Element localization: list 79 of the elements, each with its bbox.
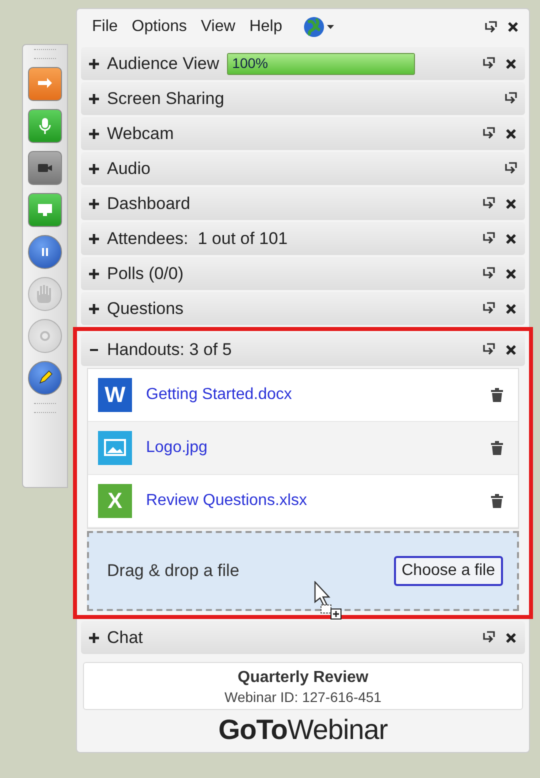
panel-header[interactable]: Handouts: 3 of 5 [81,333,525,366]
undock-icon[interactable] [482,57,495,70]
menu-item[interactable]: Help [248,16,284,38]
expand-icon[interactable] [89,304,99,314]
expand-icon[interactable] [89,234,99,244]
grip-handle[interactable] [34,403,56,413]
expand-icon[interactable] [89,58,99,68]
panel-title: Questions [107,298,184,318]
menu-item[interactable]: View [200,16,236,38]
language-menu[interactable] [303,16,334,38]
toolbar-button[interactable] [28,109,62,143]
toolbar-button[interactable] [28,193,62,227]
close-icon[interactable] [505,268,517,280]
image-file-icon [98,431,132,465]
panel-title: Chat [107,628,143,648]
choose-file-button[interactable]: Choose a file [394,556,503,586]
close-icon[interactable] [505,232,517,244]
panel-title: Audience View [107,54,220,74]
toolbar-button[interactable] [28,67,62,101]
webinar-id: Webinar ID: 127-616-451 [224,689,382,705]
panel-title: Screen Sharing [107,88,224,108]
toolbar-button[interactable] [28,361,62,395]
panel-title: Attendees: 1 out of 101 [107,228,288,248]
spreadsheet-file-icon: X [98,484,132,518]
trash-icon[interactable] [490,387,504,403]
expand-icon[interactable] [89,632,99,642]
panel-header[interactable]: Audience View 100% [81,47,525,80]
panel-title: Handouts: 3 of 5 [107,340,232,360]
panel-header[interactable]: Questions [81,292,525,325]
file-link[interactable]: Logo.jpg [146,439,208,457]
undock-icon[interactable] [504,92,517,105]
close-icon[interactable] [507,21,519,33]
panel-header[interactable]: Webcam [81,117,525,150]
undock-icon[interactable] [482,267,495,280]
file-link[interactable]: Review Questions.xlsx [146,492,307,510]
trash-icon[interactable] [490,440,504,456]
undock-icon[interactable] [484,20,497,34]
undock-icon[interactable] [482,127,495,140]
panel-header[interactable]: Dashboard [81,187,525,220]
close-icon[interactable] [505,632,517,644]
webinar-title: Quarterly Review [238,669,368,687]
panel-header[interactable]: Audio [81,152,525,185]
panel-title: Dashboard [107,194,190,214]
panel-title: Audio [107,158,150,178]
expand-icon[interactable] [89,94,99,104]
undock-icon[interactable] [482,302,495,315]
toolbar-button[interactable] [28,151,62,185]
expand-icon[interactable] [89,268,99,278]
panel-title: Polls (0/0) [107,264,184,284]
expand-icon[interactable] [89,198,99,208]
panel-header[interactable]: Polls (0/0) [81,257,525,290]
caret-icon [327,25,334,29]
panel-title: Webcam [107,124,174,144]
close-icon[interactable] [505,302,517,314]
undock-icon[interactable] [482,631,495,644]
menu-item[interactable]: File [91,16,119,38]
menu-item[interactable]: Options [130,16,188,38]
undock-icon[interactable] [482,232,495,245]
expand-icon[interactable] [89,128,99,138]
panel-header[interactable]: Chat [81,621,525,654]
undock-icon[interactable] [504,162,517,175]
panel-header[interactable]: Attendees: 1 out of 101 [81,222,525,255]
close-icon[interactable] [505,128,517,140]
grip-handle[interactable] [34,49,56,59]
panel-header[interactable]: Screen Sharing [81,82,525,115]
trash-icon[interactable] [490,493,504,509]
progress-text: 100% [232,54,268,70]
drop-zone-text: Drag & drop a file [107,561,240,581]
close-icon[interactable] [505,198,517,210]
undock-icon[interactable] [482,343,495,356]
toolbar-button[interactable] [28,235,62,269]
file-link[interactable]: Getting Started.docx [146,386,292,404]
undock-icon[interactable] [482,197,495,210]
word-file-icon: W [98,378,132,412]
expand-icon[interactable] [89,164,99,174]
logo-text: GoToWebinar [217,714,389,746]
close-icon[interactable] [505,344,517,356]
close-icon[interactable] [505,58,517,70]
globe-icon [303,16,326,38]
